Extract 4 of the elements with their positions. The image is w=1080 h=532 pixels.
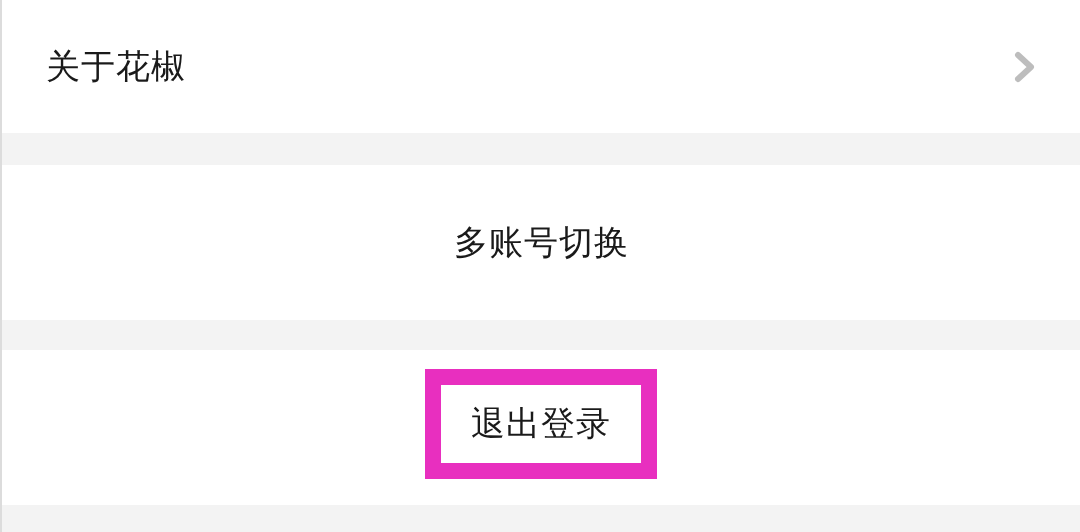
settings-row[interactable]: 关于花椒 (2, 0, 1080, 133)
row-label: 关于花椒 (46, 44, 186, 88)
action-button[interactable]: 退出登录 (425, 368, 657, 479)
chevron-right-icon (1014, 50, 1036, 83)
